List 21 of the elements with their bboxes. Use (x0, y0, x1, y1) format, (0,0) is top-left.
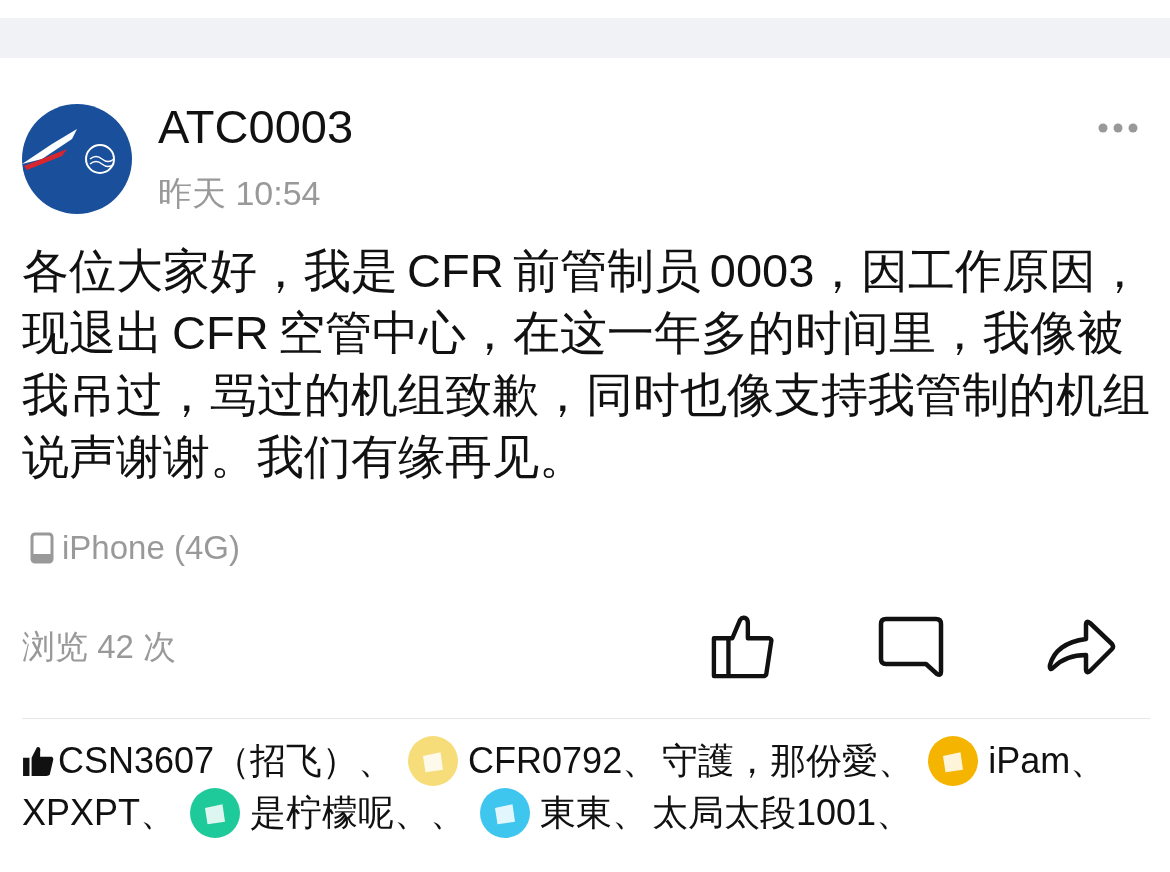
user-avatar-icon[interactable] (480, 788, 531, 838)
liker-name[interactable]: CFR0792、 (468, 735, 659, 787)
liker-name[interactable]: 是柠檬呢、、 (250, 787, 467, 839)
user-avatar-icon[interactable] (190, 788, 241, 838)
more-icon[interactable] (1098, 122, 1138, 134)
liker-name[interactable]: 太局太段1001、 (652, 787, 913, 839)
like-icon (22, 745, 54, 777)
liker-name[interactable]: 東東、 (540, 787, 649, 839)
liker-name[interactable]: 守護，那份愛、 (662, 735, 915, 787)
liker-name[interactable]: iPam、 (988, 735, 1107, 787)
author-name[interactable]: ATC0003 (158, 101, 1098, 153)
like-icon[interactable] (710, 615, 776, 679)
phone-icon (30, 532, 54, 564)
liker-name[interactable]: XPXPT、 (22, 787, 177, 839)
post-text: 各位大家好，我是 CFR 前管制员 0003，因工作原因，现退出 CFR 空管中心，在这一年多的时间里，我像被我吊过，骂过的机组致歉，同时也像支持我管制的机组说声谢谢。我们有缘再见。 (22, 243, 1151, 485)
view-count: 浏览 42 次 (22, 626, 178, 667)
liker-name[interactable]: CSN3607（招飞）、 (58, 735, 395, 787)
comment-icon[interactable] (878, 615, 944, 679)
user-avatar-icon[interactable] (928, 736, 979, 786)
device-label: iPhone (4G) (62, 529, 240, 567)
post-time: 昨天 10:54 (158, 173, 322, 213)
